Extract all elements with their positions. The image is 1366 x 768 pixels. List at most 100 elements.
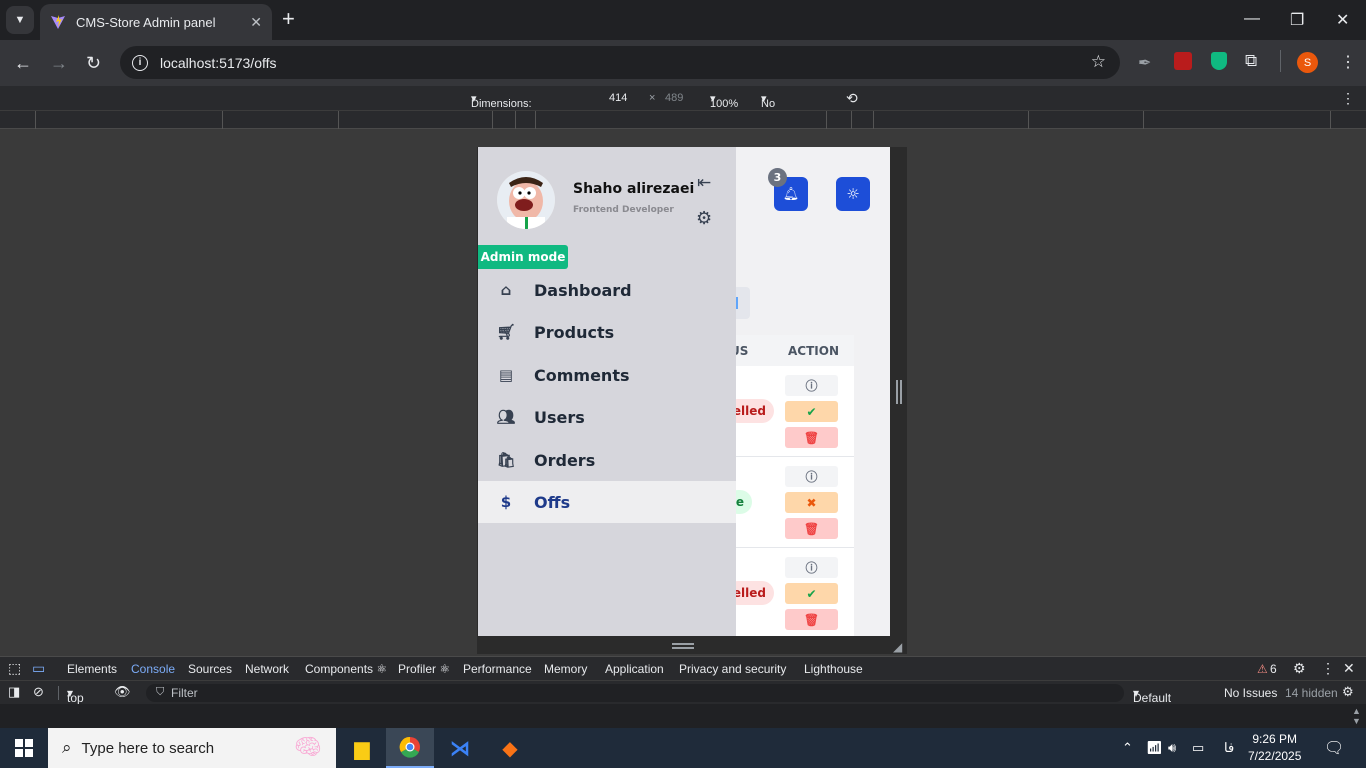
device-menu-icon[interactable]: ⋮ (1341, 90, 1355, 107)
notification-center-icon[interactable]: 🗨︎ (1324, 738, 1344, 758)
logout-icon[interactable]: ⇤ (697, 173, 711, 193)
sidebar-item-products[interactable]: 🛒︎ Products (478, 311, 736, 353)
info-button[interactable]: ⓘ (785, 466, 838, 487)
tab-memory[interactable]: Memory (544, 662, 587, 676)
back-icon[interactable]: ← (14, 53, 32, 74)
activate-button[interactable]: ✔ (785, 401, 838, 422)
devtools-tabbar: ⬚ ▭ Elements Console Sources Network Com… (0, 656, 1366, 683)
git-app-icon[interactable]: ◆ (486, 728, 534, 768)
site-info-icon[interactable]: i (132, 54, 148, 71)
dimensions-select[interactable]: Dimensions: Responsive ▾ (471, 92, 532, 122)
scroll-arrows-icon[interactable]: ▲ ▼ (1352, 706, 1361, 726)
resize-handle-bottom[interactable] (672, 643, 694, 649)
minimize-icon[interactable]: — (1244, 10, 1260, 28)
delete-button[interactable]: 🗑︎ (785, 609, 838, 630)
settings-gear-icon[interactable]: ⚙ (1293, 660, 1306, 677)
window-close-icon[interactable]: ✕ (1336, 10, 1349, 30)
sidebar-item-users[interactable]: 👥︎ Users (478, 396, 736, 438)
tab-console[interactable]: Console (124, 662, 182, 683)
new-tab-button[interactable]: + (282, 8, 295, 30)
restore-icon[interactable]: ❐ (1290, 10, 1304, 30)
partial-button[interactable] (736, 287, 750, 319)
height-input[interactable]: 489 (665, 92, 683, 104)
filter-funnel-icon: ⛉ (156, 686, 165, 698)
windows-start-icon[interactable] (0, 728, 48, 768)
dollar-icon: $ (500, 493, 512, 511)
warning-count[interactable]: 6 (1270, 662, 1277, 676)
eyedropper-icon[interactable]: ✒ (1138, 53, 1151, 73)
delete-button[interactable]: 🗑︎ (785, 518, 838, 539)
inspect-element-icon[interactable]: ⬚ (8, 660, 21, 677)
log-levels-select[interactable]: Default levels ▾ (1133, 686, 1171, 719)
console-settings-icon[interactable]: ⚙ (1342, 684, 1354, 700)
battery-icon[interactable]: ▭ (1192, 740, 1204, 756)
warning-icon[interactable]: ⚠ (1257, 662, 1268, 676)
console-body[interactable]: ▲ ▼ (0, 704, 1366, 728)
profile-avatar[interactable]: S (1297, 52, 1318, 73)
tab-performance[interactable]: Performance (463, 662, 532, 676)
tab-profiler[interactable]: Profiler ⚛ (398, 662, 450, 676)
console-filter-input[interactable]: ⛉ Filter (146, 684, 1124, 702)
forward-icon[interactable]: → (50, 53, 68, 74)
device-toolbar: Dimensions: Responsive ▾ 414 × 489 100% … (0, 86, 1366, 122)
tab-network[interactable]: Network (245, 662, 289, 676)
table-row: ve ⓘ ✖ 🗑︎ (726, 457, 854, 548)
tab-close-icon[interactable]: ✕ (250, 14, 262, 31)
resize-handle-right[interactable] (896, 380, 902, 404)
tray-chevron-icon[interactable]: ⌃ (1122, 740, 1133, 756)
delete-button[interactable]: 🗑︎ (785, 427, 838, 448)
issues-button[interactable]: No Issues (1224, 686, 1277, 700)
extensions-puzzle-icon[interactable]: ⧉ (1245, 51, 1257, 71)
vscode-icon[interactable]: ⋊ (436, 728, 484, 768)
volume-icon[interactable]: 🔊︎ (1168, 740, 1176, 756)
extension-red-icon[interactable] (1174, 52, 1192, 70)
file-explorer-icon[interactable]: ▆ (338, 728, 386, 768)
taskbar-search[interactable]: ⌕ Type here to search 🧠︎ (48, 728, 336, 768)
sidebar-item-comments[interactable]: ▤ Comments (478, 354, 736, 396)
reload-icon[interactable]: ↻ (86, 53, 101, 74)
address-bar[interactable]: i localhost:5173/offs ☆ (120, 46, 1120, 79)
deactivate-button[interactable]: ✖ (785, 492, 838, 513)
resize-corner-icon[interactable]: ◢ (893, 640, 902, 654)
theme-toggle-button[interactable]: ☼ (836, 177, 870, 211)
chrome-taskbar-icon[interactable] (386, 728, 434, 768)
search-icon: ⌕ (62, 738, 72, 757)
throttling-select[interactable]: No throttling ▾ (761, 92, 803, 122)
sidebar-item-orders[interactable]: 🛍︎ Orders (478, 439, 736, 481)
tab-application[interactable]: Application (605, 662, 664, 676)
tab-elements[interactable]: Elements (67, 662, 117, 676)
sidebar-toggle-icon[interactable]: ◨ (8, 684, 20, 700)
tab-search-button[interactable]: ▼ (6, 6, 34, 34)
tab-sources[interactable]: Sources (188, 662, 232, 676)
menu-kebab-icon[interactable]: ⋮ (1340, 52, 1356, 72)
device-toggle-icon[interactable]: ▭ (32, 660, 45, 677)
url-host: localhost (160, 54, 216, 71)
clear-console-icon[interactable]: ⊘ (33, 684, 44, 700)
tab-components[interactable]: Components ⚛ (305, 662, 387, 676)
sidebar-item-label: Dashboard (534, 280, 632, 300)
tab-privacy-security[interactable]: Privacy and security (679, 662, 786, 676)
bookmark-star-icon[interactable]: ☆ (1091, 52, 1106, 72)
media-query-ruler[interactable] (0, 111, 1366, 129)
info-button[interactable]: ⓘ (785, 557, 838, 578)
devtools-close-icon[interactable]: ✕ (1343, 660, 1355, 677)
browser-tab[interactable]: CMS-Store Admin panel ✕ (40, 4, 272, 40)
width-input[interactable]: 414 (609, 92, 627, 104)
network-icon[interactable]: 📶︎ (1146, 740, 1163, 756)
devtools-menu-icon[interactable]: ⋮ (1321, 660, 1335, 677)
gear-icon[interactable]: ⚙ (696, 208, 712, 229)
rotate-icon[interactable]: ⟲ (846, 90, 858, 107)
sidebar-item-dashboard[interactable]: ⌂ Dashboard (478, 269, 736, 311)
shield-extension-icon[interactable] (1211, 52, 1227, 70)
tab-lighthouse[interactable]: Lighthouse (804, 662, 863, 676)
zoom-select[interactable]: 100% ▾ (710, 92, 738, 110)
info-button[interactable]: ⓘ (785, 375, 838, 396)
language-indicator[interactable]: فا (1224, 740, 1234, 756)
context-select[interactable]: top ▾ (67, 686, 84, 705)
clock[interactable]: 9:26 PM 7/22/2025 (1248, 731, 1301, 765)
activate-button[interactable]: ✔ (785, 583, 838, 604)
sidebar-item-offs[interactable]: $ Offs (478, 481, 736, 523)
eye-icon[interactable]: 👁︎ (114, 684, 131, 700)
hidden-count: 14 hidden (1285, 686, 1338, 700)
tab-strip: ▼ CMS-Store Admin panel ✕ + — ❐ ✕ (0, 0, 1366, 40)
